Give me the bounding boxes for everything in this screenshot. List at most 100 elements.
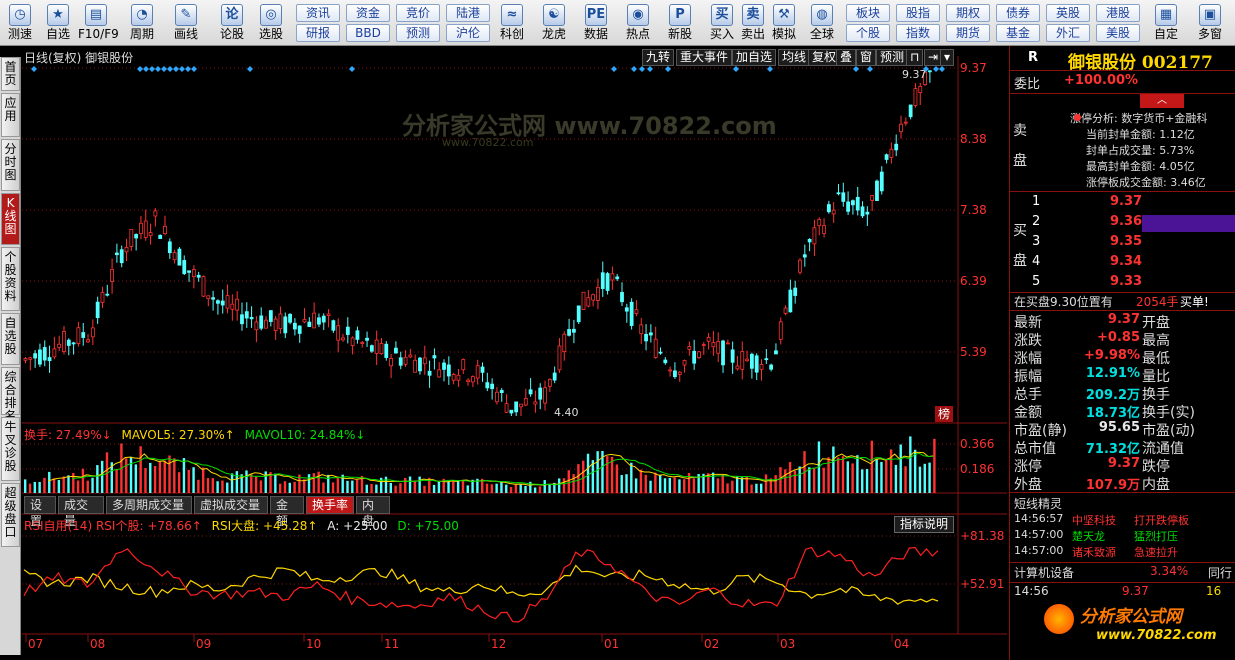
buy-level-row[interactable]: 4 9.34 bbox=[1010, 254, 1235, 274]
toolbar-small-button[interactable]: 预测 bbox=[396, 24, 440, 42]
indicator-explain-button[interactable]: 指标说明 bbox=[894, 516, 954, 533]
chart-top-button[interactable]: 重大事件 bbox=[676, 49, 733, 66]
toolbar-small-button[interactable]: 美股 bbox=[1096, 24, 1140, 42]
indicator-tab[interactable]: 成交量 bbox=[58, 496, 104, 528]
toolbar-button-label: 新股 bbox=[667, 27, 692, 41]
limit-up-arrow-icon[interactable]: ︿ bbox=[1140, 94, 1184, 108]
turnover-bar bbox=[91, 477, 94, 493]
toolbar-button-14[interactable]: ⚒ 模拟 bbox=[766, 2, 802, 44]
buy-level-row[interactable]: 5 9.33 bbox=[1010, 274, 1235, 294]
toolbar-small-button[interactable]: 英股 bbox=[1046, 4, 1090, 22]
turnover-bar bbox=[456, 480, 460, 493]
turnover-bar bbox=[524, 485, 527, 493]
turnover-bar bbox=[221, 480, 224, 493]
buy-level-num: 3 bbox=[1032, 234, 1041, 249]
turnover-bar bbox=[812, 467, 816, 493]
sprite-event: 打开跌停板 bbox=[1134, 514, 1189, 527]
left-tab[interactable]: 自选股 bbox=[1, 313, 20, 365]
left-tab[interactable]: 牛叉诊股 bbox=[1, 417, 20, 481]
indicator-tab[interactable]: 虚拟成交量 bbox=[194, 496, 268, 514]
toolbar-button-4[interactable]: ✎ 画线 bbox=[168, 2, 204, 44]
turnover-bar bbox=[649, 480, 652, 493]
chart-top-button[interactable]: 窗 bbox=[856, 49, 877, 66]
left-tab[interactable]: 首页 bbox=[1, 57, 20, 91]
quote-row: 最新 9.37 开盘 bbox=[1010, 312, 1235, 331]
toolbar-small-button[interactable]: 资讯 bbox=[296, 4, 340, 22]
quote-value: +9.98% bbox=[1084, 348, 1140, 363]
quote-row: 市盈(静) 95.65 市盈(动) bbox=[1010, 420, 1235, 439]
chart-top-button[interactable]: 叠 bbox=[836, 49, 857, 66]
toolbar-button-2[interactable]: ▤ F10/F9 bbox=[78, 2, 119, 44]
toolbar-small-button[interactable]: 板块 bbox=[846, 4, 890, 22]
sector-name[interactable]: 计算机设备 bbox=[1014, 564, 1074, 581]
weibi-value: +100.00% bbox=[1064, 73, 1139, 88]
kline-chart-svg[interactable]: 分析家公式网 www.70822.comwww.70822.com 9.374.… bbox=[22, 46, 1007, 660]
toolbar-button-7[interactable]: ≈ 科创 bbox=[494, 2, 530, 44]
sprite-time: 14:57:00 bbox=[1014, 528, 1064, 541]
indicator-tab[interactable]: 金额 bbox=[270, 496, 304, 528]
turnover-bar bbox=[639, 469, 643, 493]
toolbar-button-17[interactable]: ▣ 多窗 bbox=[1192, 2, 1228, 44]
chart-top-button[interactable]: 加自选 bbox=[732, 49, 777, 66]
sprite-stock: 诸禾致源 bbox=[1072, 546, 1116, 559]
toolbar-button-9[interactable]: PE 数据 bbox=[578, 2, 614, 44]
buy-level-row[interactable]: 3 9.35 bbox=[1010, 234, 1235, 254]
toolbar-small-button[interactable]: 外汇 bbox=[1046, 24, 1090, 42]
toolbar-small-button[interactable]: 指数 bbox=[896, 24, 940, 42]
chart-top-button[interactable]: 预测 bbox=[876, 49, 909, 66]
sprite-row[interactable]: 14:56:57 中坚科技 打开跌停板 bbox=[1010, 512, 1235, 528]
quote-label-2: 流通值 bbox=[1142, 441, 1184, 457]
buy-queue-tag: 买单! bbox=[1180, 295, 1209, 309]
toolbar-button-11[interactable]: P 新股 bbox=[662, 2, 698, 44]
toolbar-button-6[interactable]: ◎ 选股 bbox=[253, 2, 289, 44]
turnover-bar bbox=[432, 484, 436, 493]
toolbar-small-button[interactable]: 竞价 bbox=[396, 4, 440, 22]
toolbar-button-16[interactable]: ▦ 自定 bbox=[1148, 2, 1184, 44]
toolbar-small-button[interactable]: 期货 bbox=[946, 24, 990, 42]
buy-level-row[interactable]: 1 9.37 bbox=[1010, 194, 1235, 214]
indicator-tab[interactable]: 内盘 bbox=[356, 496, 390, 528]
month-label: 07 bbox=[28, 637, 43, 651]
toolbar-small-button[interactable]: 基金 bbox=[996, 24, 1040, 42]
toolbar-small-button[interactable]: 债券 bbox=[996, 4, 1040, 22]
bang-badge[interactable]: 榜 bbox=[935, 406, 953, 422]
left-tab[interactable]: 分时图 bbox=[1, 139, 20, 191]
chart-top-button[interactable]: 均线 bbox=[778, 49, 811, 66]
left-tab[interactable]: 综合排名 bbox=[1, 367, 20, 423]
turnover-bar bbox=[538, 486, 542, 493]
toolbar-small-button[interactable]: 期权 bbox=[946, 4, 990, 22]
toolbar-button-8[interactable]: ☯ 龙虎 bbox=[536, 2, 572, 44]
buy-level-row[interactable]: 2 9.36 bbox=[1010, 214, 1235, 234]
toolbar-button-5[interactable]: 论论股 bbox=[214, 2, 250, 44]
indicator-tab[interactable]: 设置 bbox=[24, 496, 56, 528]
toolbar-button-3[interactable]: ◔ 周期 bbox=[124, 2, 160, 44]
sprite-row[interactable]: 14:57:00 诸禾致源 急速拉升 bbox=[1010, 544, 1235, 560]
toolbar-button-0[interactable]: ◷ 测速 bbox=[2, 2, 38, 44]
sprite-row[interactable]: 14:57:00 楚天龙 猛烈打压 bbox=[1010, 528, 1235, 544]
toolbar-button-15[interactable]: ◍ 全球 bbox=[804, 2, 840, 44]
toolbar-small-button[interactable]: 研报 bbox=[296, 24, 340, 42]
toolbar-button-10[interactable]: ◉ 热点 bbox=[620, 2, 656, 44]
toolbar-small-button[interactable]: 股指 bbox=[896, 4, 940, 22]
toolbar-small-button[interactable]: 资金 bbox=[346, 4, 390, 22]
left-tab[interactable]: K线图 bbox=[1, 193, 20, 245]
toolbar-small-button[interactable]: 个股 bbox=[846, 24, 890, 42]
left-tab[interactable]: 个股资料 bbox=[1, 247, 20, 311]
chart-top-button[interactable]: ⊓ bbox=[906, 49, 924, 66]
toolbar-small-button[interactable]: 沪伦 bbox=[446, 24, 490, 42]
toolbar-small-button[interactable]: 港股 bbox=[1096, 4, 1140, 22]
turnover-bar bbox=[577, 464, 580, 493]
left-tab[interactable]: 应用 bbox=[1, 93, 20, 137]
indicator-tab[interactable]: 多周期成交量 bbox=[106, 496, 192, 514]
toolbar-small-button[interactable]: 陆港 bbox=[446, 4, 490, 22]
toolbar-small-button[interactable]: BBD bbox=[346, 24, 390, 42]
toolbar-button-1[interactable]: ★ 自选 bbox=[40, 2, 76, 44]
quote-value: 9.37 bbox=[1107, 456, 1140, 471]
chart-top-button[interactable]: ▾ bbox=[940, 49, 955, 66]
chart-top-button[interactable]: 九转 bbox=[642, 49, 675, 66]
turnover-bar bbox=[33, 481, 37, 493]
indicator-tab[interactable]: 换手率 bbox=[306, 496, 354, 514]
left-tab[interactable]: 超级盘口 bbox=[1, 483, 20, 547]
sector-tag[interactable]: 同行 bbox=[1208, 564, 1232, 581]
turnover-bar bbox=[177, 472, 181, 493]
